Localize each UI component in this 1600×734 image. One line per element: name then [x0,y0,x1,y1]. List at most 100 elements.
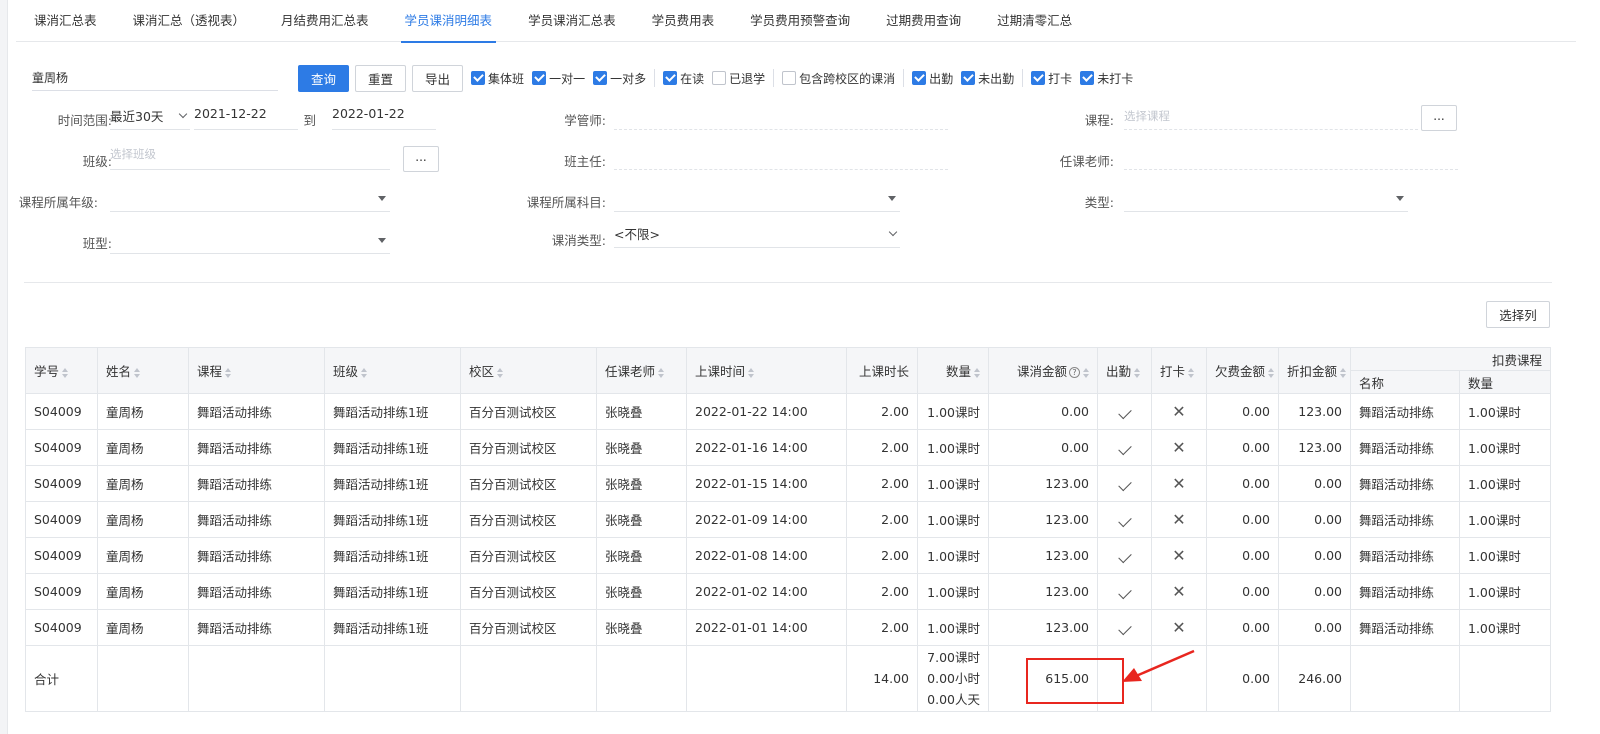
tab-item[interactable]: 过期清零汇总 [979,0,1090,42]
filter-checkbox[interactable]: 打卡 [1031,70,1072,87]
checkbox-label: 一对一 [549,71,586,86]
checkbox-icon[interactable] [1031,71,1046,85]
header-label: 课程 [197,364,223,379]
table-row[interactable]: S04009 童周杨 舞蹈活动排练 舞蹈活动排练1班 百分百测试校区 张晓叠 2022-01… [25,465,1552,502]
end-date-input[interactable]: 2022-01-22 [332,106,436,130]
help-icon[interactable]: ? [1069,367,1080,378]
checkbox-icon[interactable] [912,71,927,85]
table-row[interactable]: S04009 童周杨 舞蹈活动排练 舞蹈活动排练1班 百分百测试校区 张晓叠 2022-01… [25,537,1552,574]
tab-item[interactable]: 课消汇总表 [16,0,115,42]
header-label: 出勤 [1106,364,1132,379]
header-attendance[interactable]: 出勤 [1097,347,1152,394]
class-more-button[interactable]: ... [403,146,439,172]
filter-checkbox[interactable]: 未打卡 [1080,70,1133,87]
cell-campus: 百分百测试校区 [460,573,597,610]
cell-class: 舞蹈活动排练1班 [324,537,461,574]
select-columns-button[interactable]: 选择列 [1486,301,1550,328]
tab-item[interactable]: 学员课消明细表 [387,0,511,43]
table-row[interactable]: S04009 童周杨 舞蹈活动排练 舞蹈活动排练1班 百分百测试校区 张晓叠 2022-01… [25,573,1552,610]
table-row[interactable]: S04009 童周杨 舞蹈活动排练 舞蹈活动排练1班 百分百测试校区 张晓叠 2022-01… [25,501,1552,538]
filter-checkbox[interactable]: 已退学 [712,70,765,87]
cell-class: 舞蹈活动排练1班 [324,465,461,502]
checkbox-label: 未出勤 [978,71,1015,86]
subject-select[interactable] [614,188,900,212]
reset-button[interactable]: 重置 [355,64,407,92]
checkbox-icon[interactable] [532,71,547,85]
table-row[interactable]: S04009 童周杨 舞蹈活动排练 舞蹈活动排练1班 百分百测试校区 张晓叠 2022-01… [25,609,1552,646]
start-date-input[interactable]: 2021-12-22 [194,106,298,130]
header-class[interactable]: 班级 [324,347,461,394]
filter-checkbox[interactable]: 在读 [663,70,704,87]
header-label: 打卡 [1160,364,1186,379]
cross-icon: ✕ [1172,617,1186,637]
cell-owed: 0.00 [1206,429,1279,466]
filter-checkbox[interactable]: 一对多 [593,70,646,87]
manager-field[interactable] [614,108,948,130]
cell-amount: 123.00 [988,609,1098,646]
class-field[interactable]: 选择班级 [110,146,390,170]
type-select[interactable] [1124,188,1408,212]
cell-checkin: ✕ [1151,501,1207,538]
filter-checkbox[interactable]: 一对一 [532,70,585,87]
checkbox-icon[interactable] [712,71,727,85]
class-type-select[interactable] [110,230,390,254]
query-button[interactable]: 查询 [298,64,350,92]
grade-select[interactable] [110,188,390,212]
checkbox-icon[interactable] [593,71,608,85]
tab-item[interactable]: 过期费用查询 [868,0,979,42]
tab-item[interactable]: 月结费用汇总表 [263,0,387,42]
total-duration: 14.00 [846,645,918,712]
teacher-field[interactable] [1124,148,1458,170]
check-icon [1117,441,1132,456]
export-button[interactable]: 导出 [412,64,464,92]
header-student-id[interactable]: 学号 [25,347,98,394]
empty-cell [1350,645,1460,712]
header-amount[interactable]: 课消金额? [988,347,1098,394]
tab-item[interactable]: 学员费用预警查询 [732,0,868,42]
class-placeholder: 选择班级 [110,147,156,161]
table-row[interactable]: S04009 童周杨 舞蹈活动排练 舞蹈活动排练1班 百分百测试校区 张晓叠 2022-01… [25,429,1552,466]
header-checkin[interactable]: 打卡 [1151,347,1207,394]
cell-course: 舞蹈活动排练 [188,609,325,646]
header-name[interactable]: 姓名 [97,347,189,394]
filter-checkbox[interactable]: 出勤 [912,70,953,87]
header-owed[interactable]: 欠费金额 [1206,347,1279,394]
filter-checkbox[interactable]: 集体班 [471,70,524,87]
head-teacher-field[interactable] [614,148,948,170]
cell-discount: 0.00 [1278,537,1351,574]
table-row[interactable]: S04009 童周杨 舞蹈活动排练 舞蹈活动排练1班 百分百测试校区 张晓叠 2022-01… [25,393,1552,430]
left-sidebar-edge [0,0,8,734]
header-course[interactable]: 课程 [188,347,325,394]
cell-quantity: 1.00课时 [917,573,989,610]
consume-type-select[interactable]: <不限> [614,224,900,248]
student-name-input[interactable] [32,65,278,91]
header-label: 学号 [34,364,60,379]
header-campus[interactable]: 校区 [460,347,597,394]
empty-cell [686,645,847,712]
tab-item[interactable]: 学员课消汇总表 [510,0,634,42]
tab-item[interactable]: 课消汇总（透视表） [115,0,264,42]
filter-checkbox[interactable]: 未出勤 [961,70,1014,87]
cell-owed: 0.00 [1206,393,1279,430]
checkbox-icon[interactable] [1080,71,1095,85]
course-field[interactable]: 选择课程 [1124,108,1418,130]
checkbox-icon[interactable] [663,71,678,85]
header-discount[interactable]: 折扣金额 [1278,347,1351,394]
checkbox-icon[interactable] [471,71,486,85]
header-class-time[interactable]: 上课时间 [686,347,847,394]
cell-attendance [1097,393,1152,430]
cell-class: 舞蹈活动排练1班 [324,501,461,538]
checkbox-icon[interactable] [961,71,976,85]
tab-item[interactable]: 学员费用表 [634,0,733,42]
course-more-button[interactable]: ... [1421,105,1457,131]
header-duration: 上课时长 [846,347,918,394]
filter-checkbox[interactable]: 包含跨校区的课消 [782,70,895,87]
table-body: S04009 童周杨 舞蹈活动排练 舞蹈活动排练1班 百分百测试校区 张晓叠 2022-01… [25,393,1552,712]
header-quantity[interactable]: 数量 [917,347,989,394]
cell-class-time: 2022-01-15 14:00 [686,465,847,502]
time-range-select[interactable]: 最近30天 [110,106,190,130]
cell-deduct-name: 舞蹈活动排练 [1350,537,1460,574]
header-teacher[interactable]: 任课老师 [596,347,687,394]
checkbox-icon[interactable] [782,71,797,85]
cell-owed: 0.00 [1206,465,1279,502]
